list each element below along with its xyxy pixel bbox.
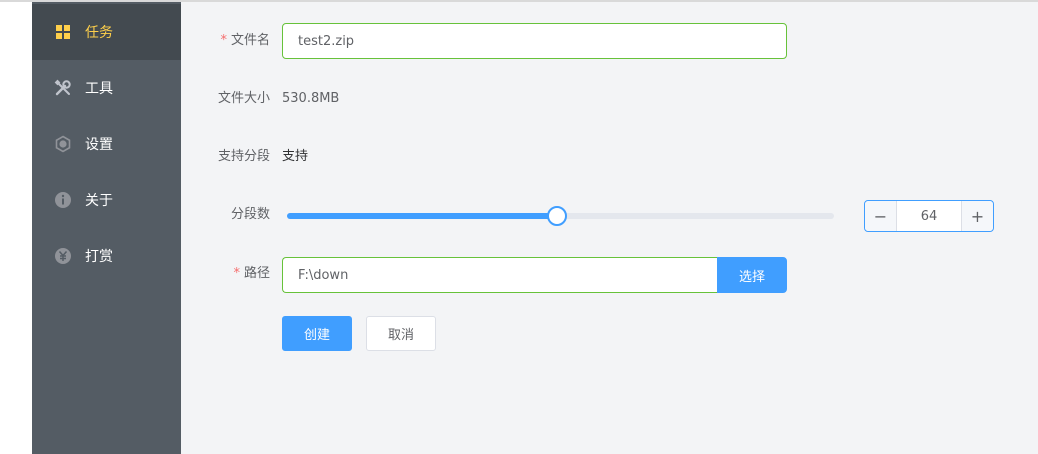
- grid-icon: [54, 23, 72, 41]
- increase-button[interactable]: +: [961, 201, 993, 231]
- segments-value[interactable]: 64: [897, 201, 961, 231]
- filesize-value: 530.8MB: [282, 91, 340, 106]
- tools-icon: [54, 79, 72, 97]
- required-mark: *: [220, 33, 227, 48]
- segment-support-value: 支持: [282, 149, 309, 164]
- slider-handle[interactable]: [547, 206, 567, 226]
- sidebar-item-label: 工具: [85, 81, 113, 97]
- segments-slider[interactable]: [287, 206, 834, 226]
- sidebar-item-label: 任务: [85, 25, 113, 41]
- sidebar-item-label: 打赏: [85, 249, 113, 265]
- sidebar-item-settings[interactable]: 设置: [32, 116, 181, 172]
- gear-icon: [54, 135, 72, 153]
- task-form: * 文件名 test2.zip 文件大小 530.8MB 支持分段 支持 分段数 …: [181, 2, 1038, 454]
- segments-stepper[interactable]: − 64 +: [864, 200, 994, 232]
- select-path-button[interactable]: 选择: [717, 257, 787, 293]
- slider-fill: [287, 213, 557, 219]
- sidebar-item-label: 设置: [85, 137, 113, 153]
- sidebar-item-tasks[interactable]: 任务: [32, 4, 181, 60]
- sidebar-item-about[interactable]: 关于: [32, 172, 181, 228]
- segments-label: 分段数: [230, 207, 270, 222]
- path-label: * 路径: [233, 266, 270, 281]
- path-input[interactable]: F:\down: [282, 257, 719, 293]
- decrease-button[interactable]: −: [865, 201, 897, 231]
- sidebar-item-donate[interactable]: 打赏: [32, 228, 181, 284]
- create-button[interactable]: 创建: [282, 316, 352, 351]
- filename-input[interactable]: test2.zip: [282, 23, 787, 59]
- sidebar-menu: 任务 工具 设置 关于 打赏: [32, 2, 181, 454]
- filename-label: * 文件名: [220, 33, 270, 48]
- info-icon: [54, 191, 72, 209]
- sidebar-item-label: 关于: [85, 193, 113, 209]
- filesize-label: 文件大小: [217, 91, 270, 106]
- segment-support-label: 支持分段: [217, 149, 270, 164]
- cancel-button[interactable]: 取消: [366, 316, 436, 351]
- yen-icon: [54, 247, 72, 265]
- required-mark: *: [233, 266, 240, 281]
- sidebar-item-tools[interactable]: 工具: [32, 60, 181, 116]
